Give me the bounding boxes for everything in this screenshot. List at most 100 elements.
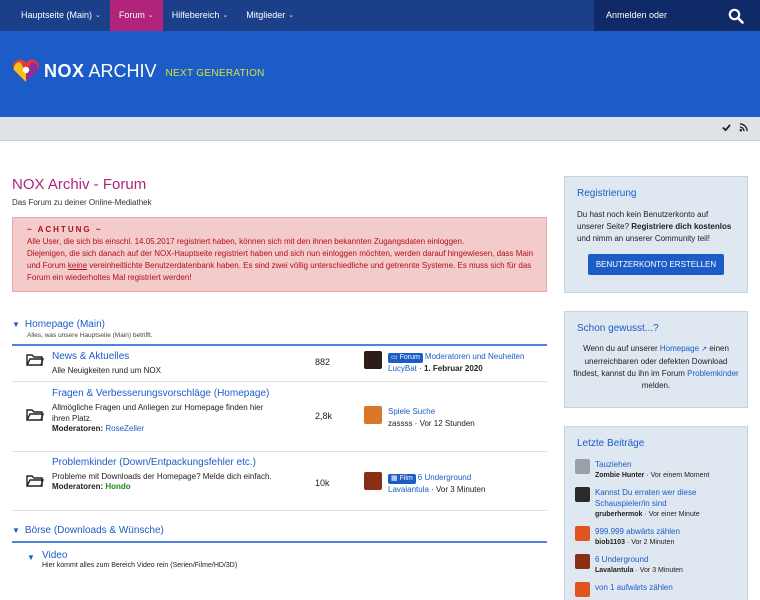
last-post-time: Vor 12 Stunden — [419, 419, 475, 428]
recent-post-title[interactable]: von 1 aufwärts zählen — [595, 582, 673, 593]
nav-label: Hauptseite (Main) — [21, 10, 93, 20]
film-icon: ▦ — [391, 475, 398, 482]
recent-post-title[interactable]: Tauziehen — [595, 459, 709, 470]
nav-item-hilfebereich[interactable]: Hilfebereich ⌄ — [163, 0, 237, 31]
notice-box: ~ ACHTUNG ~ Alle User, die sich bis eins… — [12, 217, 547, 292]
forum-last-post: Spiele Suche zassss · Vor 12 Stunden — [364, 406, 475, 430]
forum-post-count: 882 — [315, 357, 331, 367]
recent-post-user[interactable]: biob1103 — [595, 539, 625, 546]
logo-nox-text: NOX — [44, 60, 85, 81]
recent-post-user[interactable]: gruberhermok — [595, 511, 642, 518]
notice-underlined: keine — [67, 261, 88, 270]
avatar[interactable] — [364, 472, 382, 490]
monitor-icon: ▭ — [391, 354, 398, 361]
forum-title[interactable]: Problemkinder (Down/Entpackungsfehler et… — [52, 457, 272, 468]
notice-line-1: Alle User, die sich bis einschl. 14.05.2… — [27, 237, 465, 246]
notice-title: ~ ACHTUNG ~ — [27, 225, 103, 234]
recent-post-title[interactable]: 999.999 abwärts zählen — [595, 526, 680, 537]
last-post-time: Vor 3 Minuten — [436, 485, 486, 494]
forum-title[interactable]: Fragen & Verbesserungsvorschläge (Homepa… — [52, 388, 272, 400]
avatar[interactable] — [364, 406, 382, 424]
recent-post-title[interactable]: Kannst Du erraten wer diese Schauspieler… — [595, 487, 737, 509]
avatar[interactable] — [575, 582, 590, 597]
login-register-link[interactable]: Anmelden oder registrieren — [594, 0, 712, 51]
avatar[interactable] — [575, 487, 590, 502]
forum-last-post: ▭ Forum Moderatoren und Neuheiten LucyBat… — [364, 351, 524, 375]
category-header[interactable]: ▼ Homepage (Main) — [12, 319, 547, 330]
badge-label: Forum — [399, 354, 420, 361]
chevron-down-icon: ⌄ — [95, 12, 101, 19]
avatar[interactable] — [364, 351, 382, 369]
main-content: NOX Archiv - Forum Das Forum zu deiner O… — [12, 176, 547, 583]
recent-post-title[interactable]: 6 Underground — [595, 554, 683, 565]
last-post-title[interactable]: Spiele Suche — [388, 406, 475, 418]
create-account-button[interactable]: BENUTZERKONTO ERSTELLEN — [588, 254, 724, 275]
avatar[interactable] — [575, 554, 590, 569]
notice-line-2: Diejenigen, die sich danach auf der NOX-… — [27, 248, 534, 284]
last-post-user[interactable]: LucyBat — [388, 364, 417, 373]
moderators-label: Moderatoren: — [52, 482, 104, 491]
last-post-title[interactable]: Moderatoren und Neuheiten — [425, 352, 525, 361]
last-post-user[interactable]: zassss — [388, 419, 412, 428]
badge-label: Film — [399, 475, 413, 482]
chevron-down-icon: ⌄ — [147, 12, 154, 19]
collapse-triangle-icon[interactable]: ▼ — [12, 320, 20, 329]
top-navigation: Hauptseite (Main) ⌄ Forum ⌄ Hilfebereich ⌄ … — [0, 0, 760, 51]
logo-archiv-text: ARCHIV — [88, 60, 157, 81]
last-post-time: 1. Februar 2020 — [424, 364, 483, 373]
recent-post-item: Kannst Du erraten wer diese Schauspieler… — [575, 487, 737, 520]
nav-item-forum[interactable]: Forum ⌄ — [109, 0, 163, 31]
mark-read-check-icon[interactable] — [722, 123, 731, 134]
avatar[interactable] — [575, 459, 590, 474]
nav-label: Forum — [118, 10, 145, 20]
site-header: NOX ARCHIV NEXT GENERATION — [0, 31, 760, 117]
page-title: NOX Archiv - Forum — [12, 176, 147, 193]
search-button[interactable] — [712, 0, 760, 31]
moderator-link[interactable]: RoseZeller — [105, 424, 144, 433]
forum-moderators: Moderatoren: RoseZeller — [52, 424, 272, 433]
text: und nimm an unserer Community teil! — [577, 234, 710, 243]
didyouknow-text: Wenn du auf unserer Homepage ↗ einen une… — [565, 334, 747, 392]
forum-last-post: ▦ Film 6 Underground Lavalantula · Vor 3 … — [364, 472, 485, 496]
category-description: Alles, was unsere Hauptseite (Main) betr… — [27, 332, 153, 339]
avatar[interactable] — [575, 526, 590, 541]
folder-icon — [26, 354, 44, 366]
nav-item-mitglieder[interactable]: Mitglieder ⌄ — [237, 0, 303, 31]
sidebar-recent-posts: Letzte Beiträge Tauziehen Zombie Hunter … — [564, 426, 748, 600]
recent-post-time: Vor 2 Minuten — [631, 539, 675, 546]
recent-post-item: 999.999 abwärts zählen biob1103 · Vor 2 … — [575, 526, 737, 548]
forum-post-count: 10k — [315, 478, 330, 488]
homepage-link[interactable]: Homepage — [660, 344, 699, 353]
register-text: Du hast noch kein Benutzerkonto auf unse… — [565, 199, 747, 245]
category-title[interactable]: Börse (Downloads & Wünsche) — [25, 525, 164, 536]
problemkinder-link[interactable]: Problemkinder — [687, 369, 739, 378]
nav-item-hauptseite[interactable]: Hauptseite (Main) ⌄ — [12, 0, 110, 31]
heart-logo-icon — [13, 59, 39, 82]
text: Wenn du auf unserer — [583, 344, 660, 353]
nav-label: Hilfebereich — [171, 10, 220, 20]
forum-moderators: Moderatoren: Hondo — [52, 482, 272, 491]
forum-title[interactable]: Video — [42, 550, 237, 561]
recent-post-item: Tauziehen Zombie Hunter · Vor einem Mome… — [575, 459, 737, 481]
recent-post-user[interactable]: Lavalantula — [595, 567, 634, 574]
forum-row: News & Aktuelles Alle Neuigkeiten rund u… — [12, 346, 547, 382]
rss-icon[interactable] — [739, 123, 748, 134]
category-title[interactable]: Homepage (Main) — [25, 319, 105, 330]
block-title: Registrierung — [577, 188, 637, 199]
last-post-user[interactable]: Lavalantula — [388, 485, 429, 494]
forum-title[interactable]: News & Aktuelles — [52, 351, 161, 362]
recent-post-item: von 1 aufwärts zählen — [575, 582, 737, 597]
chevron-down-icon: ⌄ — [288, 12, 295, 19]
collapse-triangle-icon[interactable]: ▼ — [12, 526, 20, 535]
recent-post-time: Vor einer Minute — [648, 511, 700, 518]
site-logo[interactable]: NOX ARCHIV NEXT GENERATION — [12, 59, 265, 83]
moderator-link[interactable]: Hondo — [105, 482, 130, 491]
recent-post-user[interactable]: Zombie Hunter — [595, 472, 644, 479]
forum-description: Allmögliche Fragen und Anliegen zur Home… — [52, 403, 264, 423]
collapse-triangle-icon[interactable]: ▼ — [27, 553, 35, 562]
last-post-title[interactable]: 6 Underground — [418, 473, 471, 482]
nav-label: Mitglieder — [246, 10, 286, 20]
block-title: Letzte Beiträge — [577, 438, 645, 449]
category-header[interactable]: ▼ Börse (Downloads & Wünsche) — [12, 525, 547, 536]
category-homepage: ▼ Homepage (Main) Alles, was unsere Haup… — [12, 319, 547, 511]
